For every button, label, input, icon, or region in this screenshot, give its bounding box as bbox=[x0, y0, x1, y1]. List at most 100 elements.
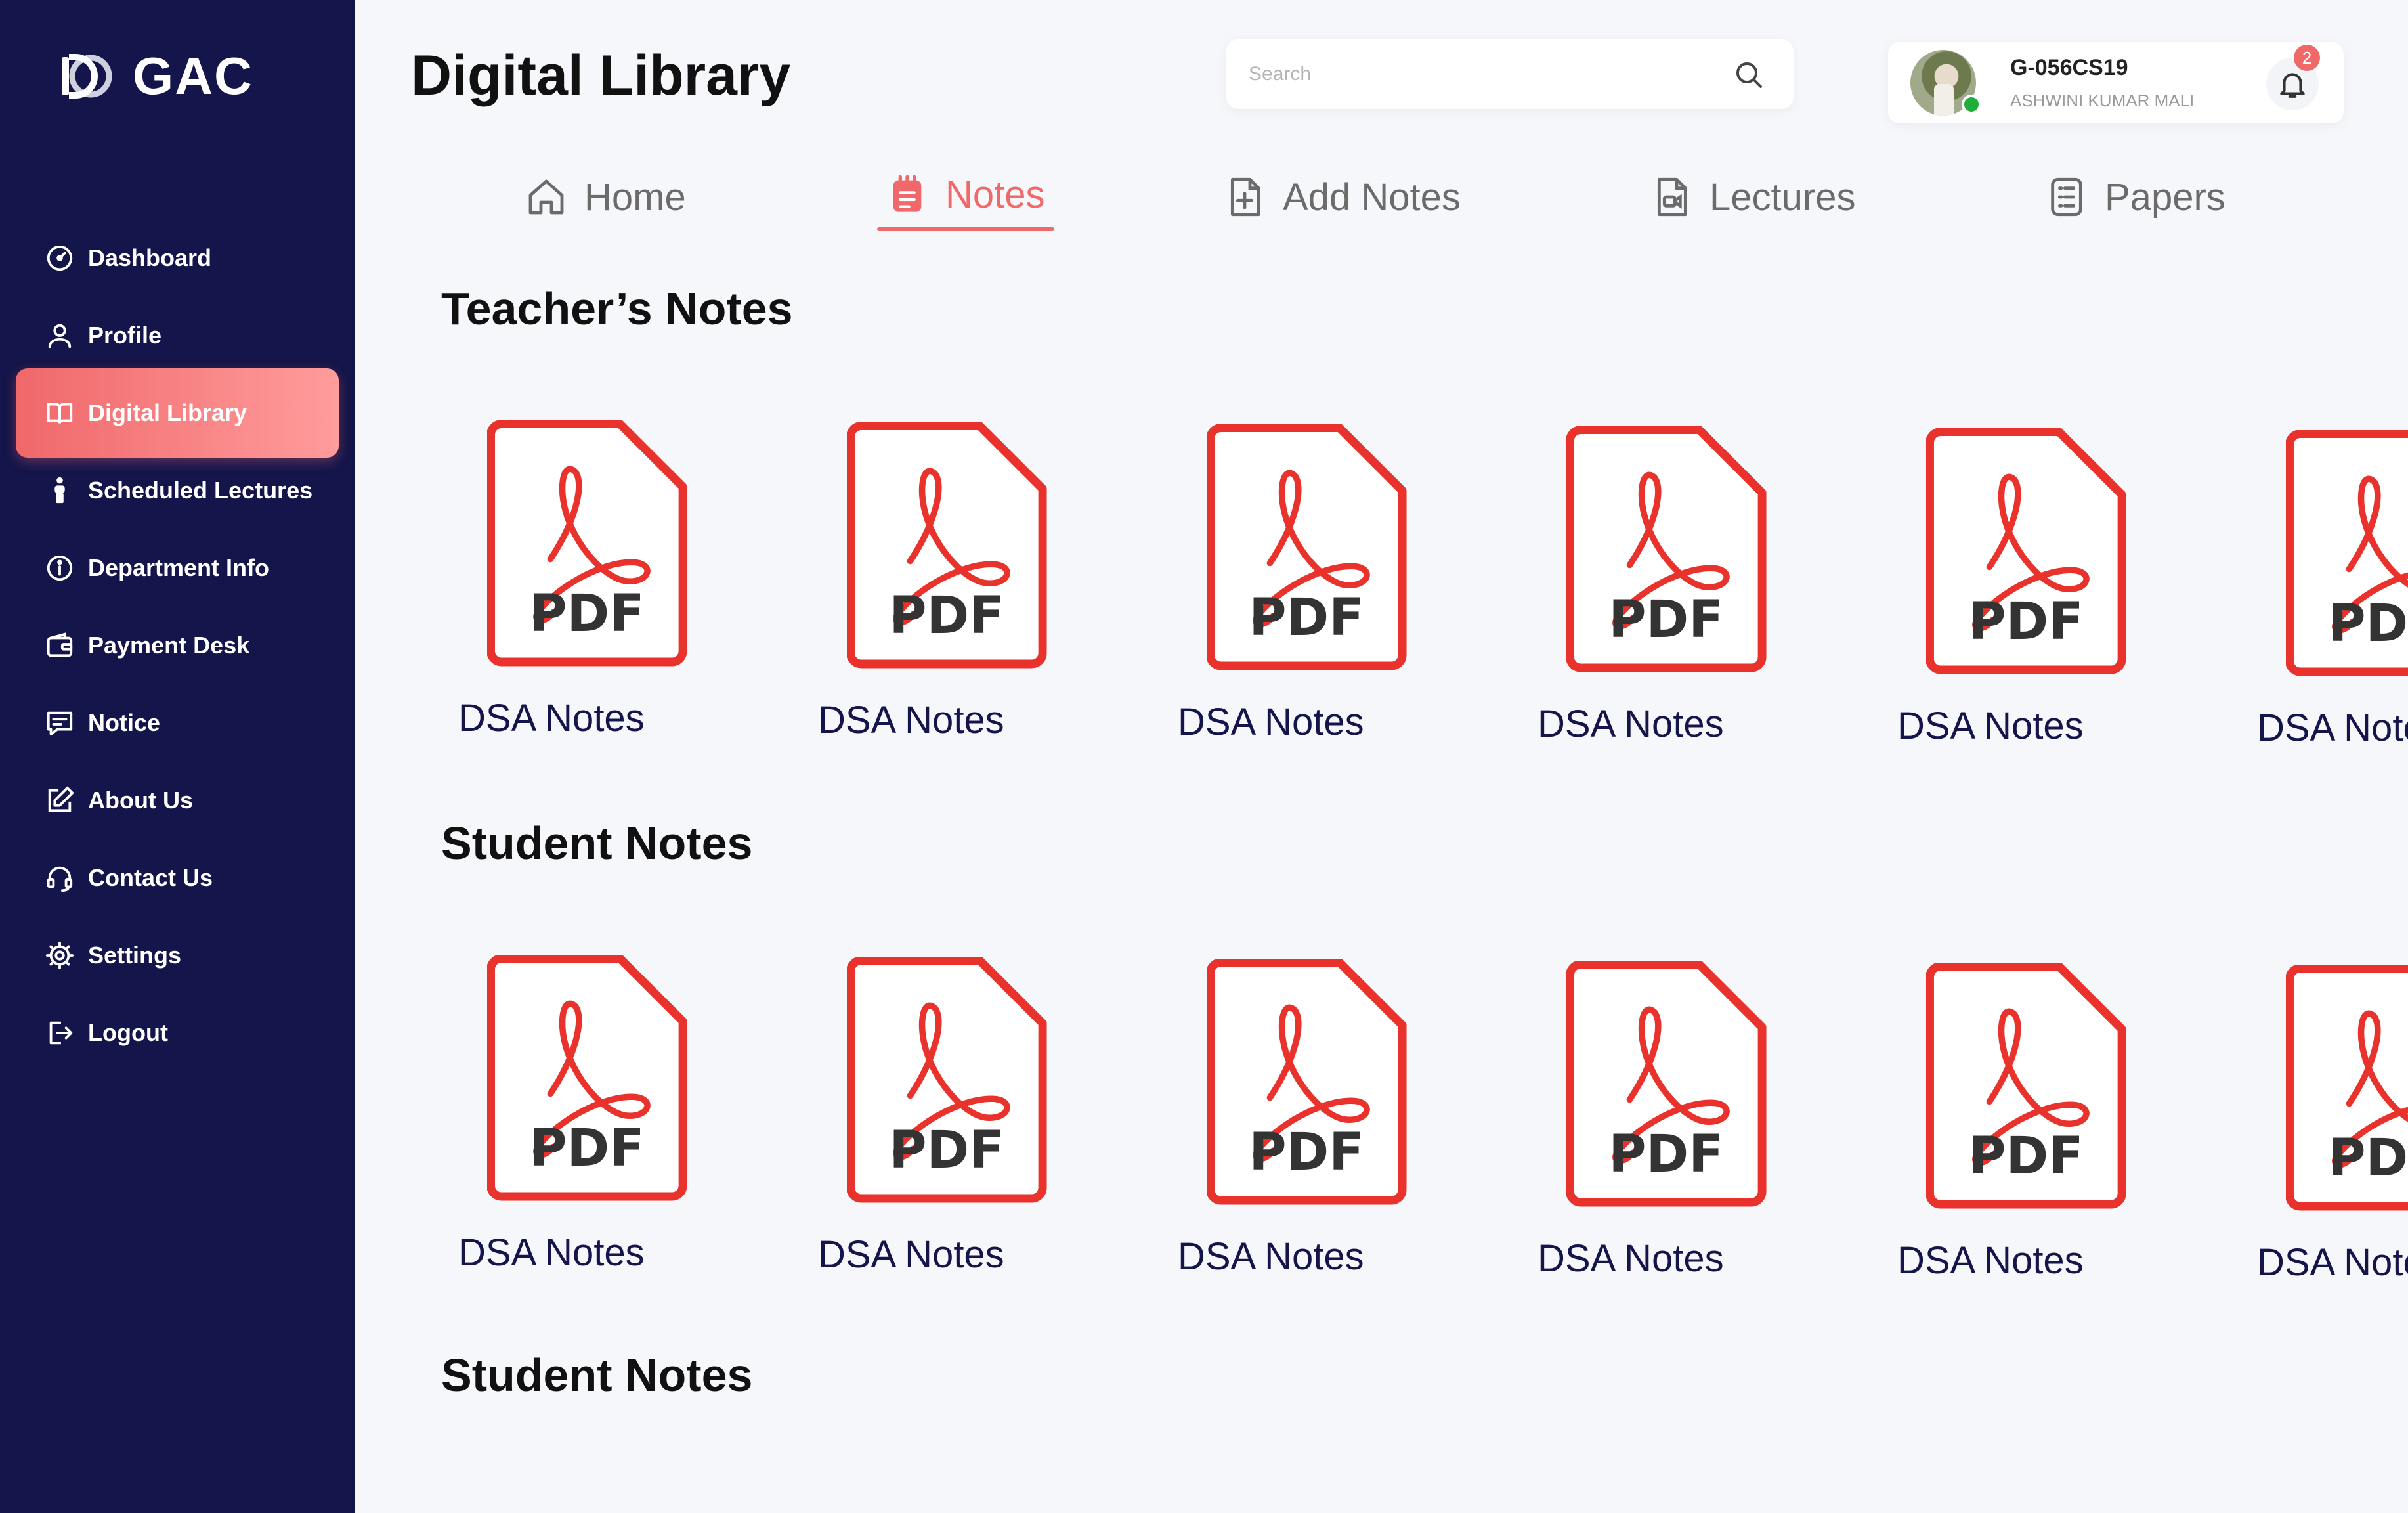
pdf-type-label: PDF bbox=[1968, 1127, 2084, 1186]
pdf-file-card[interactable]: PDF DSA Notes bbox=[1166, 959, 1407, 1313]
tab-lectures[interactable]: Lectures bbox=[1650, 164, 1855, 230]
tab-label: Home bbox=[584, 175, 686, 219]
pdf-file-icon bbox=[1566, 426, 1767, 672]
tab-label: Lectures bbox=[1709, 175, 1856, 219]
file-name: DSA Notes bbox=[1897, 1239, 2084, 1282]
file-name: DSA Notes bbox=[1178, 1235, 1364, 1278]
gac-logo-icon bbox=[62, 54, 112, 99]
pdf-file-card[interactable]: PDF DSA Notes bbox=[1885, 963, 2126, 1317]
tab-notes[interactable]: Notes bbox=[877, 162, 1054, 231]
sidebar-item-dashboard[interactable]: Dashboard bbox=[16, 213, 339, 303]
pdf-file-card[interactable]: PDF DSA Notes bbox=[1526, 426, 1767, 781]
gear-icon bbox=[43, 939, 76, 972]
sidebar-item-digital-library[interactable]: Digital Library bbox=[16, 368, 339, 458]
sidebar-item-contact-us[interactable]: Contact Us bbox=[16, 833, 339, 923]
logout-icon bbox=[43, 1017, 76, 1049]
brand-name: GAC bbox=[133, 47, 253, 105]
tab-papers[interactable]: Papers bbox=[2046, 164, 2225, 230]
sidebar-item-logout[interactable]: Logout bbox=[16, 988, 339, 1078]
sidebar: GAC Dashboard Profile Digital Library Sc… bbox=[0, 0, 355, 1513]
pdf-type-label: PDF bbox=[1968, 592, 2084, 651]
notification-count-badge: 2 bbox=[2294, 45, 2320, 71]
pdf-file-card[interactable]: PDF DSA Notes bbox=[2245, 430, 2408, 785]
pdf-file-icon bbox=[1926, 428, 2126, 674]
sidebar-item-department-info[interactable]: Department Info bbox=[16, 523, 339, 613]
notepad-icon bbox=[893, 175, 922, 212]
pdf-file-icon bbox=[1207, 959, 1407, 1205]
pdf-file-card[interactable]: PDF DSA Notes bbox=[1166, 424, 1407, 779]
bell-icon bbox=[2280, 73, 2305, 98]
pdf-file-card[interactable]: PDF DSA Notes bbox=[806, 422, 1047, 777]
tab-label: Add Notes bbox=[1283, 175, 1461, 219]
pdf-file-icon bbox=[847, 422, 1047, 669]
brand[interactable]: GAC bbox=[58, 46, 253, 106]
message-icon bbox=[43, 707, 76, 739]
pdf-file-icon bbox=[487, 420, 687, 667]
tab-label: Notes bbox=[945, 173, 1045, 216]
page-title: Digital Library bbox=[411, 44, 791, 107]
home-icon bbox=[528, 179, 564, 215]
section-title-teachers-notes: Teacher’s Notes bbox=[441, 283, 793, 334]
sidebar-item-label: Notice bbox=[88, 709, 161, 736]
pdf-type-label: PDF bbox=[1249, 1123, 1364, 1182]
pdf-file-card[interactable]: PDF DSA Notes bbox=[1526, 961, 1767, 1315]
wallet-icon bbox=[43, 629, 76, 662]
section-title-student-notes: Student Notes bbox=[441, 818, 753, 869]
sidebar-item-label: Contact Us bbox=[88, 864, 213, 891]
lecturer-icon bbox=[43, 474, 76, 507]
tab-home[interactable]: Home bbox=[525, 164, 686, 230]
sidebar-item-label: Payment Desk bbox=[88, 632, 250, 659]
book-icon bbox=[43, 397, 76, 429]
pdf-type-label: PDF bbox=[1608, 590, 1724, 649]
file-name: DSA Notes bbox=[1537, 1237, 1724, 1280]
pdf-type-label: PDF bbox=[2328, 1129, 2408, 1188]
search-input[interactable] bbox=[1249, 58, 1708, 91]
user-name: ASHWINI KUMAR MALI bbox=[2010, 91, 2195, 110]
pdf-type-label: PDF bbox=[889, 586, 1004, 646]
sidebar-item-about-us[interactable]: About Us bbox=[16, 756, 339, 845]
file-name: DSA Notes bbox=[818, 699, 1004, 741]
tab-label: Papers bbox=[2105, 175, 2225, 219]
sidebar-item-settings[interactable]: Settings bbox=[16, 911, 339, 1000]
sidebar-item-notice[interactable]: Notice bbox=[16, 678, 339, 768]
file-name: DSA Notes bbox=[1178, 701, 1364, 743]
pdf-file-card[interactable]: PDF DSA Notes bbox=[446, 955, 687, 1309]
edit-icon bbox=[43, 784, 76, 817]
sidebar-item-label: Department Info bbox=[88, 554, 270, 581]
sidebar-item-label: Digital Library bbox=[88, 399, 247, 426]
pdf-file-icon bbox=[487, 955, 687, 1201]
sidebar-item-label: Profile bbox=[88, 322, 162, 349]
file-name: DSA Notes bbox=[458, 697, 645, 739]
pdf-file-icon bbox=[1566, 961, 1767, 1207]
sidebar-item-scheduled-lectures[interactable]: Scheduled Lectures bbox=[16, 446, 339, 535]
file-name: DSA Notes bbox=[2257, 1241, 2408, 1284]
section-title-student-notes-2: Student Notes bbox=[441, 1349, 753, 1401]
sidebar-item-label: Dashboard bbox=[88, 244, 212, 271]
tab-add-notes[interactable]: Add Notes bbox=[1224, 164, 1461, 230]
pdf-type-label: PDF bbox=[529, 1119, 645, 1178]
file-name: DSA Notes bbox=[2257, 707, 2408, 749]
pdf-file-icon bbox=[1207, 424, 1407, 670]
user-card[interactable]: G-056CS19 ASHWINI KUMAR MALI 2 bbox=[1888, 42, 2344, 123]
sidebar-nav: Dashboard Profile Digital Library Schedu… bbox=[16, 213, 339, 1066]
pdf-type-label: PDF bbox=[1249, 588, 1364, 647]
pdf-file-card[interactable]: PDF DSA Notes bbox=[446, 420, 687, 775]
search-icon[interactable] bbox=[1733, 59, 1765, 91]
pdf-file-card[interactable]: PDF DSA Notes bbox=[2245, 965, 2408, 1319]
pdf-type-label: PDF bbox=[889, 1121, 1004, 1180]
pdf-file-icon bbox=[2286, 430, 2408, 676]
user-icon bbox=[43, 319, 76, 352]
online-status-dot bbox=[1962, 95, 1981, 114]
pdf-file-icon bbox=[1926, 963, 2126, 1209]
sidebar-item-profile[interactable]: Profile bbox=[16, 291, 339, 380]
file-name: DSA Notes bbox=[1537, 703, 1724, 745]
sidebar-item-payment-desk[interactable]: Payment Desk bbox=[16, 601, 339, 690]
sidebar-item-label: Logout bbox=[88, 1019, 168, 1046]
pdf-file-card[interactable]: PDF DSA Notes bbox=[1885, 428, 2126, 783]
pdf-type-label: PDF bbox=[2328, 594, 2408, 653]
pdf-file-card[interactable]: PDF DSA Notes bbox=[806, 957, 1047, 1311]
search-box bbox=[1226, 39, 1794, 109]
file-name: DSA Notes bbox=[1897, 705, 2084, 747]
file-name: DSA Notes bbox=[458, 1231, 645, 1274]
file-video-icon bbox=[1657, 177, 1687, 217]
